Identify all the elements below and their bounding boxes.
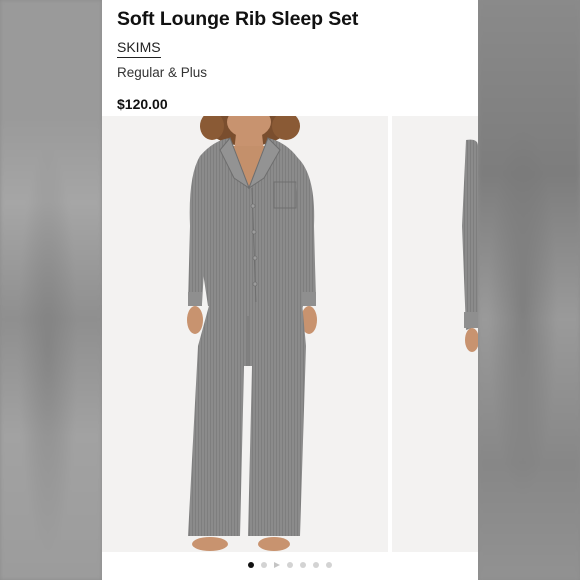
model-wearing-sleep-set-image	[187, 116, 317, 551]
pagination-dot-active[interactable]	[248, 562, 254, 568]
next-image-preview	[462, 139, 478, 352]
pagination-dot[interactable]	[287, 562, 293, 568]
pagination-dot[interactable]	[261, 562, 267, 568]
product-price: $120.00	[117, 96, 168, 112]
product-title: Soft Lounge Rib Sleep Set	[117, 8, 359, 30]
product-image-main[interactable]	[102, 116, 388, 552]
brand-link[interactable]: SKIMS	[117, 39, 161, 58]
play-video-icon[interactable]	[274, 562, 280, 568]
blurred-backdrop-right	[478, 0, 580, 580]
pagination-dot[interactable]	[300, 562, 306, 568]
product-image-next[interactable]	[392, 116, 478, 552]
fit-options: Regular & Plus	[117, 65, 208, 80]
product-page: Soft Lounge Rib Sleep Set SKIMS Regular …	[102, 0, 478, 580]
blurred-backdrop-left	[0, 0, 102, 580]
pagination-dot[interactable]	[313, 562, 319, 568]
gallery-pagination	[102, 558, 478, 572]
product-header: Soft Lounge Rib Sleep Set SKIMS Regular …	[102, 0, 478, 113]
pagination-dot[interactable]	[326, 562, 332, 568]
image-gallery[interactable]	[102, 116, 478, 552]
